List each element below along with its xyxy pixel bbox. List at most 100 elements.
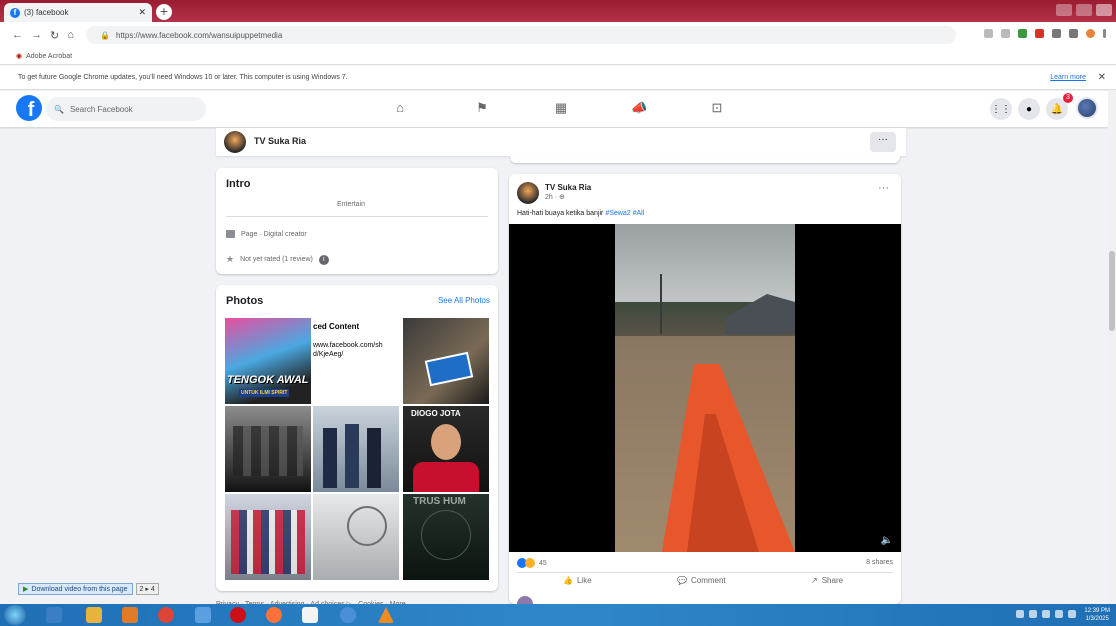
photo-tile[interactable]: TENGOK AWAL UNTUK ILMI SPIRIT xyxy=(225,318,311,404)
media-icon[interactable] xyxy=(122,607,138,623)
explorer-icon[interactable] xyxy=(46,607,62,623)
photo-tile[interactable]: DIOGO JOTA xyxy=(403,406,489,492)
close-tab-icon[interactable]: ✕ xyxy=(138,7,146,18)
page-avatar[interactable] xyxy=(224,131,246,153)
sidepanel-icon[interactable] xyxy=(1069,29,1078,38)
bookmarks-bar: ◉ Adobe Acrobat xyxy=(0,48,1116,65)
back-icon[interactable]: ← xyxy=(12,29,23,41)
star-icon[interactable] xyxy=(1001,29,1010,38)
like-button[interactable]: 👍 Like xyxy=(563,576,592,585)
learn-more-link[interactable]: Learn more xyxy=(1050,74,1086,81)
photo-tile[interactable]: TRUS HUM xyxy=(403,494,489,580)
update-infobar: To get future Google Chrome updates, you… xyxy=(0,66,1116,90)
page-scrollbar[interactable] xyxy=(1108,91,1116,601)
comment-button[interactable]: 💬 Comment xyxy=(677,576,726,585)
see-all-photos-link[interactable]: See All Photos xyxy=(438,296,490,305)
folder-icon[interactable] xyxy=(86,607,102,623)
minimize-button[interactable] xyxy=(1056,4,1072,16)
infobar-close-icon[interactable]: ✕ xyxy=(1098,72,1106,83)
maximize-button[interactable] xyxy=(1076,4,1092,16)
search-icon: 🔍 xyxy=(54,104,64,114)
extension-icons xyxy=(984,29,1106,38)
photo-caption: DIOGO JOTA xyxy=(411,409,461,418)
url-text: https://www.facebook.com/wansuipuppetmed… xyxy=(115,30,283,40)
download-video-button[interactable]: ▶ Download video from this page xyxy=(18,583,133,595)
photo-tile[interactable] xyxy=(225,494,311,580)
post-text: Hati-hati buaya ketika banjir #Sewa2 #Al… xyxy=(517,210,644,217)
system-clock[interactable]: 12:39 PM 1/3/2025 xyxy=(1084,607,1110,623)
gaming-nav-icon[interactable]: ⊡ xyxy=(709,100,725,116)
bookmark-item[interactable]: Adobe Acrobat xyxy=(26,53,72,60)
photo-tile[interactable] xyxy=(225,406,311,492)
messenger-icon[interactable]: ● xyxy=(1018,98,1040,120)
intro-bio: Entertain xyxy=(336,201,366,208)
menu-kebab-icon[interactable] xyxy=(1103,29,1106,38)
megaphone-nav-icon[interactable]: 📣 xyxy=(631,100,647,116)
address-bar[interactable]: 🔒 https://www.facebook.com/wansuipuppetm… xyxy=(86,26,956,44)
download-video-widget: ▶ Download video from this page 2 ▸ 4 xyxy=(18,582,159,596)
puzzle-icon[interactable] xyxy=(1052,29,1061,38)
share-button[interactable]: ↗ Share xyxy=(811,576,843,585)
post-author[interactable]: TV Suka Ria xyxy=(545,183,591,192)
tray-icon[interactable] xyxy=(1042,610,1050,618)
intro-rating-row: ★ Not yet rated (1 review) i xyxy=(226,254,329,265)
reload-icon[interactable]: ↻ xyxy=(50,29,59,42)
post-card: TV Suka Ria 2h · ⊕ ··· Hati-hati buaya k… xyxy=(509,174,901,604)
flag-nav-icon[interactable]: ⚑ xyxy=(474,100,490,116)
volume-icon[interactable]: 🔈 xyxy=(881,535,893,546)
volume-tray-icon[interactable] xyxy=(1068,610,1076,618)
download-count[interactable]: 2 ▸ 4 xyxy=(135,583,159,595)
post-author-avatar[interactable] xyxy=(517,182,539,204)
app-icon[interactable] xyxy=(195,607,211,623)
new-tab-button[interactable]: + xyxy=(156,4,172,20)
share-count[interactable]: 8 shares xyxy=(866,559,893,566)
facebook-header: f 🔍 Search Facebook ⌂ ⚑ ▦ 📣 ⊡ ⋮⋮ ● 🔔 3 xyxy=(0,91,1108,127)
post-hashtags[interactable]: #Sewa2 #All xyxy=(605,210,644,217)
document-icon[interactable] xyxy=(302,607,318,623)
search-input[interactable]: Search Facebook xyxy=(70,105,133,114)
post-reactions[interactable]: 45 xyxy=(517,558,893,568)
start-button[interactable] xyxy=(4,605,26,625)
post-timestamp[interactable]: 2h · ⊕ xyxy=(545,193,565,201)
info-icon[interactable]: i xyxy=(318,254,329,265)
menu-grid-icon[interactable]: ⋮⋮ xyxy=(990,98,1012,120)
clock-date: 1/3/2025 xyxy=(1085,616,1109,622)
intro-rating[interactable]: Not yet rated (1 review) xyxy=(240,256,313,263)
photo-tile[interactable] xyxy=(313,494,399,580)
photo-tile[interactable]: ced Content www.facebook.com/sh d/KjeAeg… xyxy=(313,318,399,404)
video-player[interactable]: 🔈 xyxy=(509,224,901,552)
comment-icon: 💬 xyxy=(677,576,687,585)
home-nav-icon[interactable]: ⌂ xyxy=(392,100,408,116)
vlc-icon[interactable] xyxy=(378,607,394,623)
browser-tab[interactable]: f (3) facebook ✕ xyxy=(4,3,152,22)
close-window-button[interactable] xyxy=(1096,4,1112,16)
forward-icon[interactable]: → xyxy=(31,29,42,41)
extension-red-icon[interactable] xyxy=(1035,29,1044,38)
extension-green-icon[interactable] xyxy=(1018,29,1027,38)
post-more-icon[interactable]: ··· xyxy=(878,182,889,194)
video-frame[interactable] xyxy=(615,224,795,552)
home-icon[interactable]: ⌂ xyxy=(67,29,74,41)
profile-icon[interactable] xyxy=(1086,29,1095,38)
tray-icon[interactable] xyxy=(1016,610,1024,618)
search-box[interactable]: 🔍 Search Facebook xyxy=(46,97,206,121)
profile-avatar[interactable] xyxy=(1076,97,1098,119)
scrollbar-thumb[interactable] xyxy=(1109,251,1115,331)
tray-icon[interactable] xyxy=(1029,610,1037,618)
marketplace-nav-icon[interactable]: ▦ xyxy=(553,100,569,116)
page-name[interactable]: TV Suka Ria xyxy=(254,136,306,146)
tab-title: (3) facebook xyxy=(24,8,69,17)
photo-tile[interactable] xyxy=(403,318,489,404)
opera-icon[interactable] xyxy=(230,607,246,623)
network-icon[interactable] xyxy=(1055,610,1063,618)
photo-caption: TENGOK AWAL xyxy=(227,374,309,386)
like-label: Like xyxy=(576,576,592,585)
share-icon[interactable] xyxy=(984,29,993,38)
chrome-icon[interactable] xyxy=(158,607,174,623)
facebook-logo[interactable]: f xyxy=(16,95,42,121)
app-icon-2[interactable] xyxy=(340,607,356,623)
firefox-icon[interactable] xyxy=(266,607,282,623)
photo-tile[interactable] xyxy=(313,406,399,492)
download-video-label: Download video from this page xyxy=(31,585,128,593)
page-more-button[interactable]: ··· xyxy=(870,132,896,152)
